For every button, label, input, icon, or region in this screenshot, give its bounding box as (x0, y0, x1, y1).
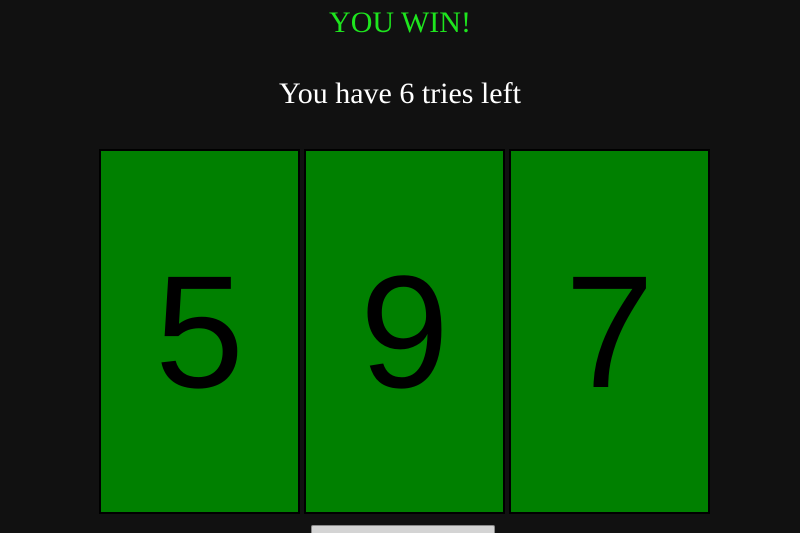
digit-card-3[interactable]: 7 (509, 149, 710, 514)
digit-row: 5 9 7 (99, 149, 710, 514)
digit-value-3: 7 (565, 241, 654, 421)
action-button[interactable] (311, 525, 495, 533)
digit-value-1: 5 (155, 241, 244, 421)
win-title: YOU WIN! (329, 6, 471, 39)
tries-remaining-text: You have 6 tries left (279, 77, 521, 110)
digit-value-2: 9 (360, 241, 449, 421)
game-screen: YOU WIN! You have 6 tries left 5 9 7 (0, 0, 800, 533)
digit-card-2[interactable]: 9 (304, 149, 505, 514)
digit-card-1[interactable]: 5 (99, 149, 300, 514)
